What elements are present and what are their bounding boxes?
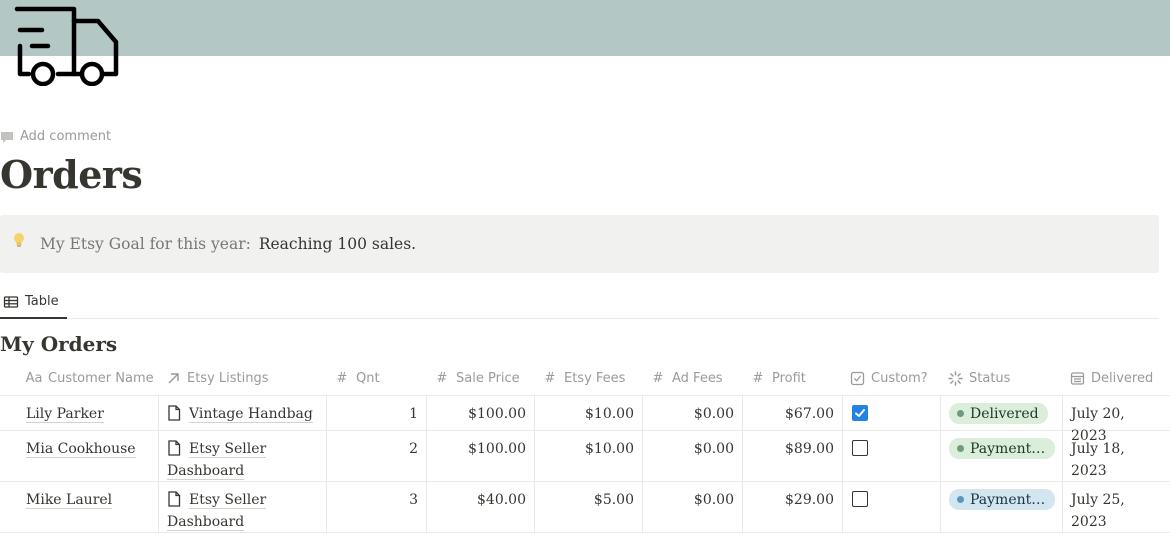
number-property-icon: #	[336, 371, 348, 386]
number-property-icon: #	[652, 371, 664, 386]
orders-table: Aa Customer Name Etsy Listings # Qnt # S…	[0, 361, 1170, 533]
listing-link[interactable]: Vintage Handbag	[189, 406, 313, 423]
cell-delivered[interactable]: July 20, 2023	[1062, 396, 1170, 444]
table-row[interactable]: Mia Cookhouse Etsy Seller Dashboard 2 $1…	[0, 431, 1170, 482]
cell-ad-fees[interactable]: $0.00	[642, 482, 742, 532]
table-row[interactable]: Mike Laurel Etsy Seller Dashboard 3 $40.…	[0, 482, 1170, 533]
page-title[interactable]: Orders	[0, 152, 143, 197]
page-document-icon	[168, 405, 181, 421]
status-dot	[957, 410, 964, 417]
cell-profit[interactable]: $89.00	[742, 431, 842, 481]
cell-sale-price[interactable]: $100.00	[426, 431, 534, 481]
page-document-icon	[168, 491, 181, 507]
text-property-icon: Aa	[25, 371, 43, 386]
status-dot	[957, 445, 964, 452]
cell-custom	[842, 482, 940, 532]
column-header-delivered[interactable]: Delivered	[1062, 361, 1170, 396]
column-header-customer-name[interactable]: Aa Customer Name	[18, 361, 158, 396]
cell-qnt[interactable]: 1	[326, 396, 426, 430]
tab-table-label: Table	[25, 294, 59, 309]
tab-table[interactable]: Table	[0, 286, 67, 319]
customer-name[interactable]: Mia Cookhouse	[26, 441, 136, 458]
database-title[interactable]: My Orders	[0, 332, 117, 356]
listing-link[interactable]: Etsy Seller	[189, 441, 267, 458]
cell-etsy-listing[interactable]: Etsy Seller Dashboard	[158, 482, 326, 532]
status-property-icon	[948, 371, 963, 386]
cell-etsy-listing[interactable]: Vintage Handbag	[158, 396, 326, 430]
cell-custom	[842, 396, 940, 430]
checkbox-property-icon	[850, 371, 865, 386]
light-bulb-icon	[14, 233, 24, 247]
cell-delivered[interactable]: July 18, 2023	[1062, 431, 1170, 481]
status-badge: Delivered	[949, 403, 1048, 424]
listing-link-continued[interactable]: Dashboard	[167, 514, 245, 531]
status-dot	[957, 496, 964, 503]
view-tabs: Table	[0, 286, 1159, 319]
callout-text: Reaching 100 sales.	[258, 235, 417, 253]
number-property-icon: #	[436, 371, 448, 386]
custom-checkbox[interactable]	[852, 405, 868, 421]
cell-custom	[842, 431, 940, 481]
cell-qnt[interactable]: 2	[326, 431, 426, 481]
custom-checkbox[interactable]	[852, 491, 868, 507]
table-header: Aa Customer Name Etsy Listings # Qnt # S…	[0, 361, 1170, 396]
column-header-qnt[interactable]: # Qnt	[326, 361, 426, 396]
checkmark-icon	[855, 409, 865, 417]
cell-ad-fees[interactable]: $0.00	[642, 431, 742, 481]
cell-status[interactable]: Delivered	[940, 396, 1062, 430]
add-comment-button[interactable]: Add comment	[0, 129, 111, 144]
cell-sale-price[interactable]: $100.00	[426, 396, 534, 430]
cell-customer-name[interactable]: Mia Cookhouse	[18, 431, 158, 481]
number-property-icon: #	[544, 371, 556, 386]
column-header-etsy-fees[interactable]: # Etsy Fees	[534, 361, 642, 396]
cell-etsy-fees[interactable]: $5.00	[534, 482, 642, 532]
cell-customer-name[interactable]: Mike Laurel	[18, 482, 158, 532]
calendar-icon	[1070, 372, 1085, 385]
status-badge: Payment P...	[949, 489, 1055, 510]
column-header-etsy-listings[interactable]: Etsy Listings	[158, 361, 326, 396]
cell-profit[interactable]: $67.00	[742, 396, 842, 430]
callout-label: My Etsy Goal for this year:	[40, 235, 251, 253]
column-header-sale-price[interactable]: # Sale Price	[426, 361, 534, 396]
cell-delivered[interactable]: July 25, 2023	[1062, 482, 1170, 532]
cell-profit[interactable]: $29.00	[742, 482, 842, 532]
comment-icon	[1, 131, 13, 143]
cell-etsy-listing[interactable]: Etsy Seller Dashboard	[158, 431, 326, 481]
cell-etsy-fees[interactable]: $10.00	[534, 396, 642, 430]
relation-arrow-icon	[168, 373, 179, 384]
cell-etsy-fees[interactable]: $10.00	[534, 431, 642, 481]
table-row[interactable]: Lily Parker Vintage Handbag 1 $100.00 $1…	[0, 396, 1170, 444]
listing-link-continued[interactable]: Dashboard	[167, 463, 245, 480]
goal-callout[interactable]: My Etsy Goal for this year: Reaching 100…	[0, 215, 1159, 273]
status-badge: Payment C...	[949, 438, 1055, 459]
add-comment-label: Add comment	[20, 129, 112, 144]
customer-name[interactable]: Mike Laurel	[26, 492, 113, 509]
number-property-icon: #	[752, 371, 764, 386]
table-icon	[3, 295, 19, 308]
cell-qnt[interactable]: 3	[326, 482, 426, 532]
custom-checkbox[interactable]	[852, 440, 868, 456]
page-document-icon	[168, 440, 181, 456]
column-header-custom[interactable]: Custom?	[842, 361, 940, 396]
cell-status[interactable]: Payment P...	[940, 482, 1062, 532]
cell-sale-price[interactable]: $40.00	[426, 482, 534, 532]
delivery-truck-icon[interactable]	[12, 4, 120, 86]
cell-customer-name[interactable]: Lily Parker	[18, 396, 158, 430]
customer-name[interactable]: Lily Parker	[26, 406, 104, 423]
cell-ad-fees[interactable]: $0.00	[642, 396, 742, 430]
column-header-status[interactable]: Status	[940, 361, 1062, 396]
column-header-profit[interactable]: # Profit	[742, 361, 842, 396]
column-header-ad-fees[interactable]: # Ad Fees	[642, 361, 742, 396]
listing-link[interactable]: Etsy Seller	[189, 492, 267, 509]
cell-status[interactable]: Payment C...	[940, 431, 1062, 481]
page-cover[interactable]	[0, 0, 1170, 56]
